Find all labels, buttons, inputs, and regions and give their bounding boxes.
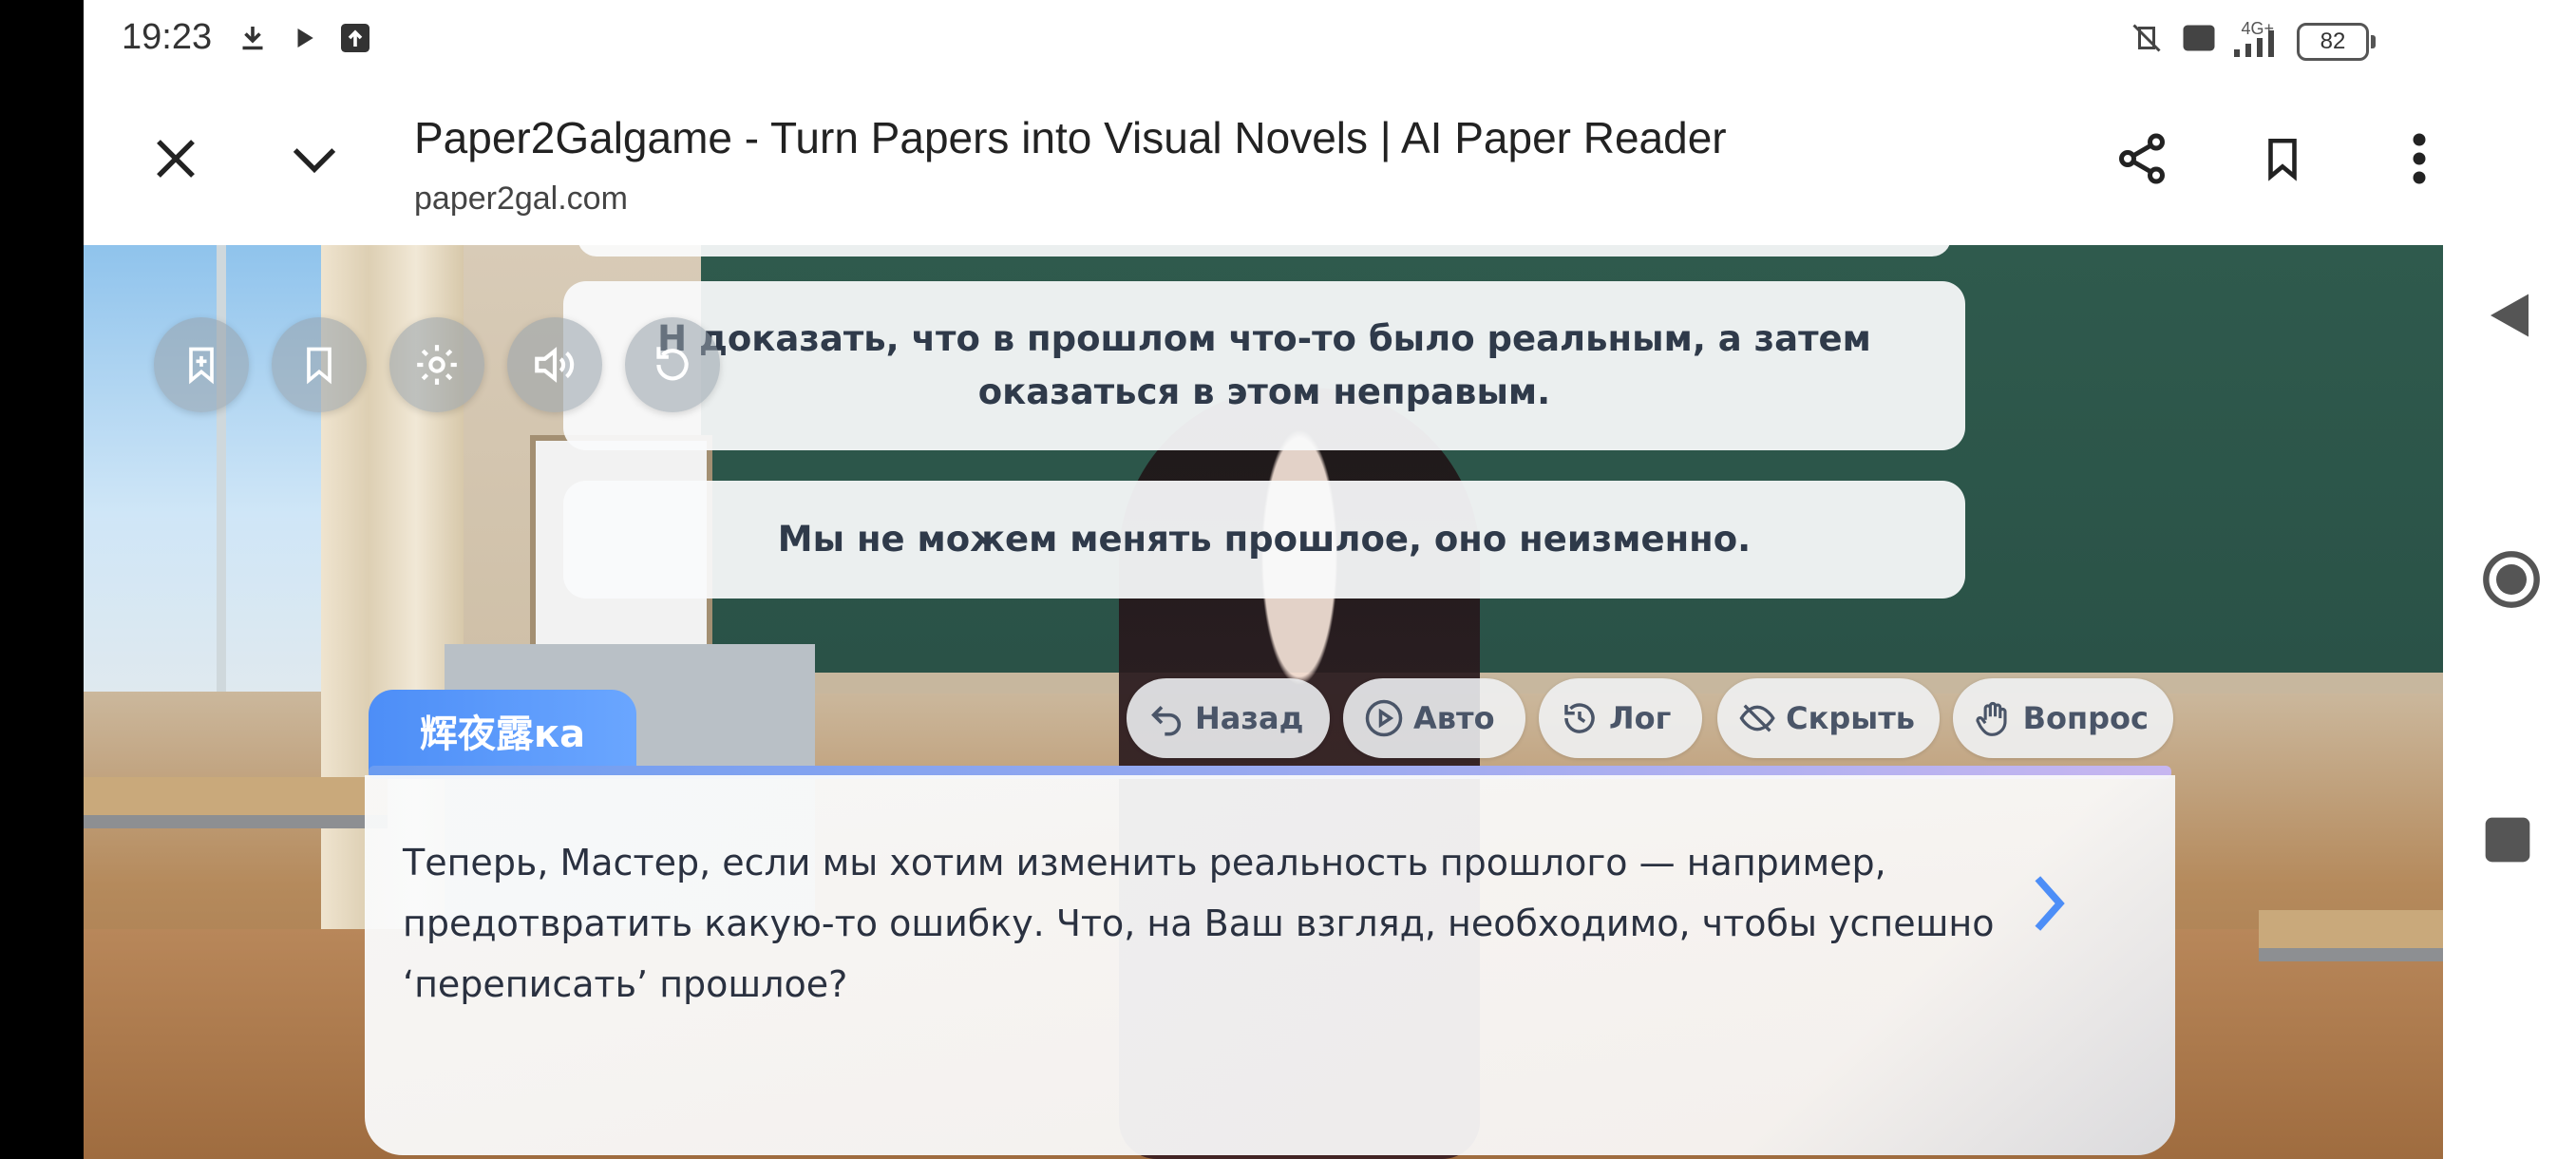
- history-icon: [1564, 703, 1595, 733]
- download-icon: [242, 27, 263, 50]
- back-nav-icon[interactable]: [2481, 285, 2538, 346]
- restart-icon: [656, 347, 689, 381]
- page-domain: paper2gal.com: [414, 180, 628, 217]
- choice-option-text: Мы не можем менять прошлое, оно неизменн…: [777, 519, 1752, 560]
- log-button[interactable]: Лог: [1539, 678, 1702, 758]
- auto-label: Авто: [1413, 700, 1495, 736]
- undo-icon: [1151, 706, 1182, 736]
- bookmark-icon: [307, 347, 331, 385]
- battery-indicator: 82: [2297, 23, 2376, 61]
- volte-icon: [2183, 25, 2215, 51]
- play-circle-icon: [1365, 699, 1403, 737]
- speaker-name-tag: 辉夜露ка: [369, 690, 636, 771]
- more-vert-icon: [2413, 133, 2426, 184]
- back-button[interactable]: Назад: [1127, 678, 1330, 758]
- volume-icon: [535, 347, 575, 383]
- quick-load-button[interactable]: [272, 317, 367, 412]
- restart-button[interactable]: [625, 317, 720, 412]
- play-store-icon: [297, 28, 313, 48]
- hide-button[interactable]: Скрыть: [1717, 678, 1940, 758]
- dialog-box[interactable]: Теперь, Мастер, если мы хотим изменить р…: [365, 775, 2175, 1155]
- question-button[interactable]: Вопрос: [1953, 678, 2173, 758]
- quick-save-button[interactable]: [154, 317, 249, 412]
- eye-off-icon: [1739, 704, 1775, 732]
- gear-icon: [417, 345, 457, 385]
- signal-icon: [2234, 30, 2274, 57]
- back-label: Назад: [1195, 700, 1304, 736]
- clock: 19:23: [122, 17, 213, 57]
- phone-screen: 19:23 4G+ 82 Paper2Galgame - Turn Papers…: [84, 0, 2443, 1159]
- settings-button[interactable]: [389, 317, 484, 412]
- bookmark-button[interactable]: [2240, 116, 2325, 201]
- question-label: Вопрос: [2022, 700, 2149, 736]
- hand-icon: [1976, 701, 2007, 736]
- chevron-down-icon: [293, 148, 336, 174]
- more-options-button[interactable]: [2377, 116, 2443, 201]
- close-icon: [157, 140, 195, 178]
- game-scene[interactable]: Н доказать, что в прошлом что-то было ре…: [84, 245, 2443, 1159]
- minimize-button[interactable]: [272, 116, 357, 201]
- speaker-name: 辉夜露ка: [419, 712, 586, 756]
- upload-icon: [341, 24, 369, 52]
- desk: [2259, 910, 2443, 961]
- close-button[interactable]: [133, 116, 218, 201]
- bookmark-icon: [2268, 138, 2297, 181]
- page-title: Paper2Galgame - Turn Papers into Visual …: [414, 113, 1727, 162]
- recents-nav-icon[interactable]: [2481, 813, 2534, 866]
- dialog-text: Теперь, Мастер, если мы хотим изменить р…: [403, 842, 1995, 1005]
- choice-option-2[interactable]: Мы не можем менять прошлое, оно неизменн…: [563, 481, 1965, 598]
- voice-button[interactable]: [507, 317, 602, 412]
- mute-vibrate-icon: [2132, 24, 2161, 52]
- custom-tab-toolbar: Paper2Galgame - Turn Papers into Visual …: [84, 76, 2443, 246]
- desk: [84, 777, 388, 828]
- next-arrow-icon[interactable]: [2027, 870, 2071, 937]
- choice-option-1[interactable]: Н доказать, что в прошлом что-то было ре…: [563, 281, 1965, 450]
- share-button[interactable]: [2099, 116, 2185, 201]
- log-label: Лог: [1609, 700, 1672, 736]
- navigation-bar: [2443, 0, 2576, 1159]
- choice-option-text: Н доказать, что в прошлом что-то было ре…: [657, 318, 1871, 412]
- home-nav-icon[interactable]: [2481, 549, 2542, 610]
- auto-button[interactable]: Авто: [1343, 678, 1525, 758]
- hide-label: Скрыть: [1786, 700, 1915, 736]
- choice-edge: [578, 245, 1951, 256]
- status-bar: 19:23 4G+ 82: [84, 0, 2443, 76]
- bookmark-add-icon: [189, 347, 214, 385]
- share-icon: [2119, 133, 2165, 184]
